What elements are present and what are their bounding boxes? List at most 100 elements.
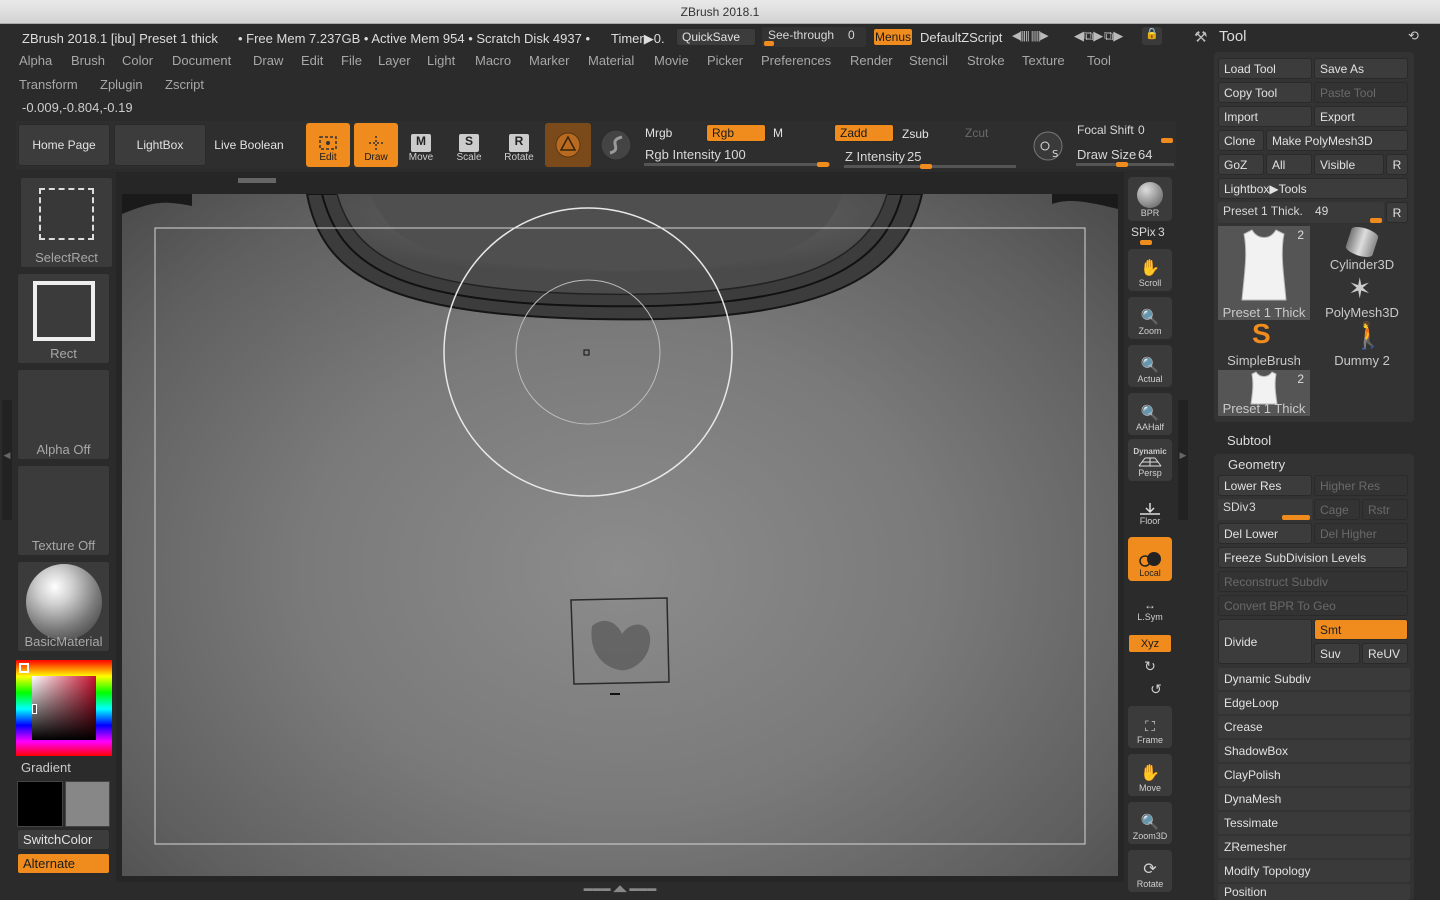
convert-bpr-button[interactable]: Convert BPR To Geo: [1218, 595, 1408, 616]
del-higher-button[interactable]: Del Higher: [1314, 523, 1408, 544]
menu-tool[interactable]: Tool: [1087, 53, 1111, 68]
tool-thumb-preset-2[interactable]: 2 Preset 1 Thick: [1218, 370, 1310, 416]
edit-mode-button[interactable]: Edit: [306, 123, 350, 167]
menu-zscript[interactable]: Zscript: [165, 77, 204, 92]
menu-texture[interactable]: Texture: [1022, 53, 1065, 68]
menu-edit[interactable]: Edit: [301, 53, 323, 68]
aahalf-button[interactable]: 🔍 AAHalf: [1128, 393, 1172, 435]
zcut-button[interactable]: Zcut: [960, 124, 1020, 142]
import-button[interactable]: Import: [1218, 106, 1312, 127]
paste-tool-button[interactable]: Paste Tool: [1314, 82, 1408, 103]
xyz-button[interactable]: Xyz: [1128, 634, 1172, 653]
frame-button[interactable]: ⛶ Frame: [1128, 706, 1172, 748]
material-selector[interactable]: BasicMaterial: [17, 561, 110, 652]
make-polymesh-button[interactable]: Make PolyMesh3D: [1266, 130, 1408, 151]
lazy-mouse-icon[interactable]: S: [1030, 128, 1066, 164]
load-tool-button[interactable]: Load Tool: [1218, 58, 1312, 79]
draw-size-slider[interactable]: Draw Size 64: [1072, 146, 1176, 168]
rgb-intensity-slider[interactable]: Rgb Intensity 100: [640, 146, 832, 167]
quicksave-button[interactable]: QuickSave: [676, 28, 756, 46]
document-canvas[interactable]: [122, 194, 1118, 876]
menus-toggle[interactable]: Menus: [873, 28, 913, 46]
left-tray-handle[interactable]: ◀: [2, 400, 12, 520]
spix-slider[interactable]: SPix 3: [1128, 225, 1172, 245]
layout-float-icon[interactable]: ⧉▶: [1104, 28, 1123, 44]
cage-button[interactable]: Cage: [1314, 499, 1360, 520]
floor-button[interactable]: Floor: [1128, 487, 1172, 529]
section-modify-topology[interactable]: Modify Topology: [1218, 860, 1410, 882]
goz-button[interactable]: GoZ: [1218, 154, 1264, 175]
tool-thumb-simplebrush[interactable]: S SimpleBrush: [1218, 318, 1310, 368]
preset-thick-slider[interactable]: Preset 1 Thick. 49: [1218, 202, 1384, 223]
section-edgeloop[interactable]: EdgeLoop: [1218, 692, 1410, 714]
menu-brush[interactable]: Brush: [71, 53, 105, 68]
seethrough-slider[interactable]: See-through 0: [762, 27, 866, 47]
menu-marker[interactable]: Marker: [529, 53, 569, 68]
gradient-label[interactable]: Gradient: [21, 760, 71, 775]
rotate-z-icon[interactable]: ↺: [1146, 681, 1166, 699]
menu-file[interactable]: File: [341, 53, 362, 68]
export-button[interactable]: Export: [1314, 106, 1408, 127]
reuv-toggle[interactable]: ReUV: [1362, 643, 1408, 664]
right-tray-handle[interactable]: ▶: [1178, 400, 1188, 520]
color-picker-square[interactable]: [32, 676, 96, 740]
tool-thumb-dummy[interactable]: 🚶 Dummy 2: [1316, 320, 1408, 368]
menu-document[interactable]: Document: [172, 53, 231, 68]
tool-palette-title[interactable]: Tool: [1219, 28, 1247, 45]
menu-color[interactable]: Color: [122, 53, 153, 68]
alternate-button[interactable]: Alternate: [17, 853, 110, 874]
selectrect-tool[interactable]: SelectRect: [20, 177, 113, 268]
persp-button[interactable]: Dynamic Persp: [1128, 439, 1172, 481]
preset-r-button[interactable]: R: [1386, 202, 1408, 223]
home-page-button[interactable]: Home Page: [18, 124, 110, 166]
rgb-button[interactable]: Rgb: [706, 124, 766, 142]
current-brush-icon[interactable]: [545, 123, 591, 167]
secondary-color-swatch[interactable]: [65, 781, 110, 827]
move-view-button[interactable]: ✋ Move: [1128, 754, 1172, 796]
lsym-button[interactable]: ↔ L.Sym: [1128, 587, 1172, 625]
divide-button[interactable]: Divide: [1218, 619, 1312, 664]
menu-layer[interactable]: Layer: [378, 53, 411, 68]
lower-res-button[interactable]: Lower Res: [1218, 475, 1312, 496]
section-dynamic-subdiv[interactable]: Dynamic Subdiv: [1218, 668, 1410, 690]
menu-material[interactable]: Material: [588, 53, 634, 68]
menu-render[interactable]: Render: [850, 53, 893, 68]
section-tessimate[interactable]: Tessimate: [1218, 812, 1410, 834]
menu-picker[interactable]: Picker: [707, 53, 743, 68]
save-as-button[interactable]: Save As: [1314, 58, 1408, 79]
live-boolean-button[interactable]: Live Boolean: [206, 124, 292, 166]
section-claypolish[interactable]: ClayPolish: [1218, 764, 1410, 786]
alpha-selector[interactable]: Alpha Off: [17, 369, 110, 460]
section-crease[interactable]: Crease: [1218, 716, 1410, 738]
lightbox-button[interactable]: LightBox: [114, 124, 206, 166]
color-picker[interactable]: [16, 660, 112, 756]
menu-alpha[interactable]: Alpha: [19, 53, 52, 68]
canvas-bottom-handle[interactable]: ▬▬▬ ◢◣ ▬▬▬: [556, 884, 684, 893]
rotate-view-button[interactable]: ⟳ Rotate: [1128, 850, 1172, 892]
canvas-scroll-indicator[interactable]: [238, 178, 276, 183]
rotate-y-icon[interactable]: ↻: [1140, 658, 1160, 676]
switchcolor-button[interactable]: SwitchColor: [17, 829, 110, 850]
move-mode-button[interactable]: M Move: [399, 123, 443, 167]
geometry-section[interactable]: Geometry: [1228, 457, 1285, 472]
zoom3d-button[interactable]: 🔍 Zoom3D: [1128, 802, 1172, 844]
reconstruct-subdiv-button[interactable]: Reconstruct Subdiv: [1218, 571, 1408, 592]
menu-draw[interactable]: Draw: [253, 53, 283, 68]
copy-tool-button[interactable]: Copy Tool: [1218, 82, 1312, 103]
menu-light[interactable]: Light: [427, 53, 455, 68]
subtool-section[interactable]: Subtool: [1227, 433, 1271, 448]
local-button[interactable]: Local: [1128, 537, 1172, 581]
scale-mode-button[interactable]: S Scale: [447, 123, 491, 167]
menu-macro[interactable]: Macro: [475, 53, 511, 68]
del-lower-button[interactable]: Del Lower: [1218, 523, 1312, 544]
tool-thumb-preset[interactable]: 2 Preset 1 Thick: [1218, 226, 1310, 320]
menu-stroke[interactable]: Stroke: [967, 53, 1005, 68]
menu-preferences[interactable]: Preferences: [761, 53, 831, 68]
goz-r-button[interactable]: R: [1386, 154, 1408, 175]
rect-tool[interactable]: Rect: [17, 273, 110, 364]
tool-thumb-polymesh[interactable]: ✶ PolyMesh3D: [1316, 273, 1408, 320]
tool-thumb-cylinder[interactable]: Cylinder3D: [1316, 224, 1408, 272]
zsub-button[interactable]: Zsub: [897, 125, 957, 143]
actual-button[interactable]: 🔍 Actual: [1128, 345, 1172, 387]
zoom-button[interactable]: 🔍 Zoom: [1128, 297, 1172, 339]
